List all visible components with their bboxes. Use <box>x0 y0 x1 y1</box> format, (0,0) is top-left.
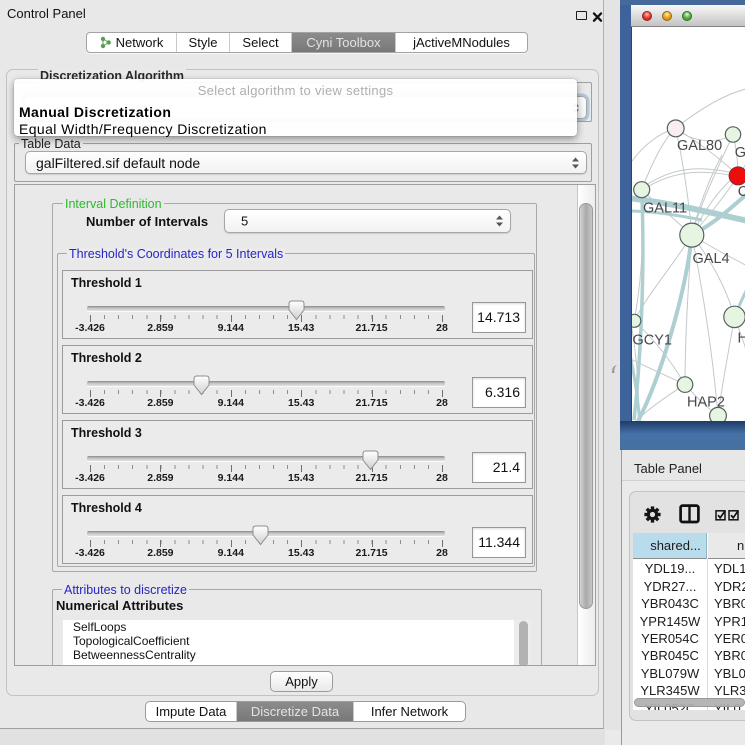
svg-text:GCY1: GCY1 <box>633 333 673 349</box>
svg-text:GA: GA <box>735 145 745 161</box>
svg-text:HI: HI <box>738 331 745 347</box>
svg-text:GAL11: GAL11 <box>643 201 687 217</box>
svg-text:GAL4: GAL4 <box>693 251 730 267</box>
svg-text:HAP2: HAP2 <box>687 395 725 411</box>
svg-text:GAL80: GAL80 <box>677 138 722 154</box>
svg-text:CY: CY <box>738 184 745 200</box>
